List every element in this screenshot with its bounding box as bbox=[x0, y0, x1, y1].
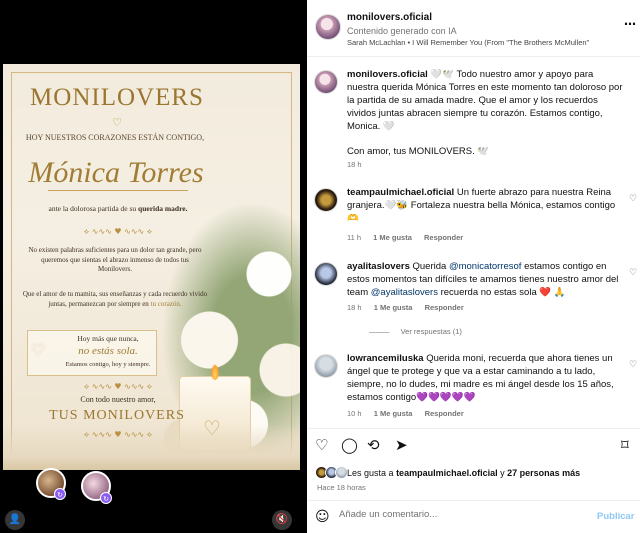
actions-divider bbox=[307, 428, 640, 429]
likes-user[interactable]: teampaulmichael.oficial bbox=[396, 468, 498, 478]
mute-icon[interactable]: 🔇 bbox=[272, 510, 292, 530]
poster-subtitle: HOY NUESTROS CORAZONES ESTÁN CONTIGO, bbox=[25, 133, 205, 142]
mention-link[interactable]: @monicatorresof bbox=[449, 261, 521, 272]
comment-username[interactable]: ayalitaslovers bbox=[347, 261, 410, 272]
comment-heart-icon[interactable]: ♡ bbox=[629, 194, 637, 204]
comment-divider bbox=[307, 500, 640, 501]
poster-condolence: ante la dolorosa partida de su querida m… bbox=[43, 204, 193, 214]
publish-button[interactable]: Publicar bbox=[597, 511, 635, 522]
author-avatar[interactable] bbox=[315, 14, 341, 40]
comment-text: lowrancemiluska Querida moni, recuerda q… bbox=[347, 352, 627, 404]
repost-icon[interactable]: ⟲ bbox=[367, 436, 380, 454]
comment-text: ayalitaslovers Querida @monicatorresof e… bbox=[347, 260, 627, 299]
comment-meta: 18 h 1 Me gusta Responder bbox=[347, 303, 474, 312]
poster-ornament-2: ⟡ ∿∿∿ ♥ ∿∿∿ ⟡ bbox=[83, 382, 153, 391]
music-label[interactable]: Sarah McLachlan • I Will Remember You (F… bbox=[347, 38, 589, 47]
condolence-emphasis: querida madre. bbox=[138, 204, 188, 213]
poster-closing: Con todo nuestro amor, bbox=[80, 395, 156, 404]
view-replies-label[interactable]: Ver respuestas (1) bbox=[401, 327, 462, 336]
replies-line: ——— bbox=[369, 327, 389, 336]
caption-timestamp: 18 h bbox=[347, 160, 362, 169]
author-username[interactable]: monilovers.oficial bbox=[347, 12, 432, 23]
caption-text: monilovers.oficial 🤍🕊️ Todo nuestro amor… bbox=[347, 68, 627, 158]
likes-conjunction: y bbox=[500, 468, 505, 478]
poster-paragraph-2: Que el amor de tu mamita, sus enseñanzas… bbox=[17, 290, 213, 309]
poster-heart-icon: ♡ bbox=[112, 116, 122, 129]
commenter-avatar[interactable] bbox=[314, 188, 338, 212]
comment-likes[interactable]: 1 Me gusta bbox=[374, 409, 413, 418]
paragraph-2-emphasis: tu corazón. bbox=[150, 299, 182, 308]
comment-body: recuerda no estas sola ❤️ 🙏 bbox=[440, 287, 566, 298]
poster-ornament: ⟡ ∿∿∿ ♥ ∿∿∿ ⟡ bbox=[83, 227, 153, 236]
comment-input[interactable] bbox=[339, 509, 579, 520]
reply-button[interactable]: Responder bbox=[425, 409, 464, 418]
comment-timestamp: 11 h bbox=[347, 233, 362, 242]
commenter-avatar[interactable] bbox=[314, 354, 338, 378]
ai-generated-label[interactable]: Contenido generado con IA bbox=[347, 26, 457, 36]
poster-divider bbox=[48, 190, 188, 191]
comment-timestamp: 10 h bbox=[347, 409, 362, 418]
share-icon[interactable]: ➤ bbox=[395, 436, 408, 454]
commenter-avatar[interactable] bbox=[314, 262, 338, 286]
quote-line-2: no estás sola. bbox=[78, 345, 138, 357]
comment-timestamp: 18 h bbox=[347, 303, 362, 312]
story-badge-icon: ↻ bbox=[54, 488, 66, 500]
poster-ornament-3: ⟡ ∿∿∿ ♥ ∿∿∿ ⟡ bbox=[83, 430, 153, 439]
comment-text: teampaulmichael.oficial Un fuerte abrazo… bbox=[347, 186, 627, 225]
comment-heart-icon[interactable]: ♡ bbox=[629, 268, 637, 278]
candle-flame bbox=[211, 364, 219, 380]
post-actions-bar: ♡ ◯ ⟲ ➤ ⌑ bbox=[307, 436, 640, 458]
quote-line-1: Hoy más que nunca, bbox=[77, 334, 139, 343]
condolence-text: ante la dolorosa partida de su bbox=[48, 204, 137, 213]
comment-heart-icon[interactable]: ♡ bbox=[629, 360, 637, 370]
caption-avatar[interactable] bbox=[314, 70, 338, 94]
likes-count[interactable]: 27 personas más bbox=[507, 468, 580, 478]
poster-paragraph-1: No existen palabras suficientes para un … bbox=[28, 246, 202, 273]
post-media[interactable]: ♡ MONILOVERS ♡ HOY NUESTROS CORAZONES ES… bbox=[0, 0, 307, 533]
quote-line-3: Estamos contigo, hoy y siempre. bbox=[65, 361, 151, 368]
reply-button[interactable]: Responder bbox=[424, 233, 463, 242]
caption-username[interactable]: monilovers.oficial bbox=[347, 69, 428, 80]
comment-meta: 10 h 1 Me gusta Responder bbox=[347, 409, 474, 418]
comment-likes[interactable]: 1 Me gusta bbox=[373, 233, 412, 242]
poster-name: Mónica Torres bbox=[28, 156, 204, 189]
reply-button[interactable]: Responder bbox=[425, 303, 464, 312]
view-replies-button[interactable]: ——— Ver respuestas (1) bbox=[369, 327, 472, 336]
mention-link[interactable]: @ayalitaslovers bbox=[371, 287, 438, 298]
like-icon[interactable]: ♡ bbox=[315, 436, 328, 454]
comment-icon[interactable]: ◯ bbox=[341, 436, 358, 454]
comment-username[interactable]: lowrancemiluska bbox=[347, 353, 424, 364]
header-divider bbox=[307, 56, 640, 57]
add-comment-bar: ☺ Publicar bbox=[307, 503, 640, 533]
memorial-poster-image: ♡ MONILOVERS ♡ HOY NUESTROS CORAZONES ES… bbox=[3, 64, 300, 470]
caption-signoff: Con amor, tus MONILOVERS. 🕊️ bbox=[347, 146, 490, 157]
comment-meta: 11 h 1 Me gusta Responder bbox=[347, 233, 473, 242]
instagram-post-view: ♡ MONILOVERS ♡ HOY NUESTROS CORAZONES ES… bbox=[0, 0, 640, 533]
more-options-icon[interactable]: … bbox=[624, 14, 637, 28]
emoji-icon[interactable]: ☺ bbox=[315, 509, 330, 525]
comment-username[interactable]: teampaulmichael.oficial bbox=[347, 187, 454, 198]
save-icon[interactable]: ⌑ bbox=[621, 436, 629, 454]
caption-time: 18 h bbox=[347, 160, 372, 169]
comment-body: Querida bbox=[412, 261, 447, 272]
comment-likes[interactable]: 1 Me gusta bbox=[374, 303, 413, 312]
quote-heart-icon: ♡ bbox=[30, 340, 46, 359]
tagged-users-icon[interactable]: 👤 bbox=[5, 510, 25, 530]
poster-signature: TUS MONILOVERS bbox=[49, 408, 185, 423]
story-badge-icon: ↻ bbox=[100, 492, 112, 504]
likes-summary: Les gusta a teampaulmichael.oficial y 27… bbox=[347, 468, 580, 478]
poster-title: MONILOVERS bbox=[30, 84, 204, 111]
post-side-panel: monilovers.oficial Contenido generado co… bbox=[307, 0, 640, 533]
likes-prefix: Les gusta a bbox=[347, 468, 394, 478]
post-timestamp[interactable]: Hace 18 horas bbox=[317, 483, 366, 492]
